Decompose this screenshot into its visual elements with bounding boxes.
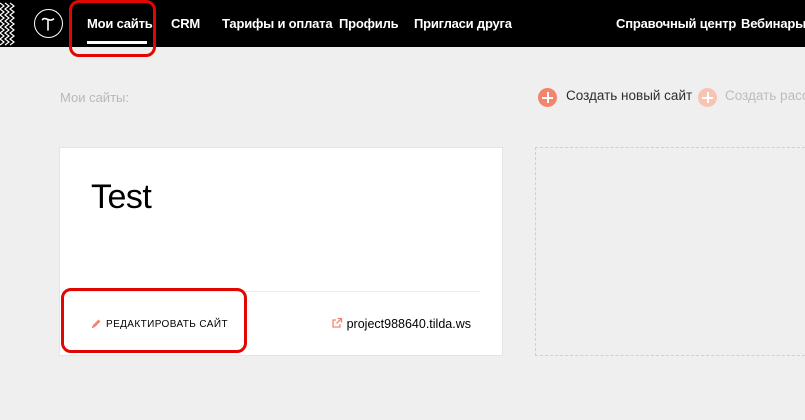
zigzag-pattern [0,2,15,46]
external-link-icon [331,317,342,328]
nav-item-crm[interactable]: CRM [171,16,200,31]
highlight-frame-edit [61,288,247,353]
nav-item-profile[interactable]: Профиль [339,16,399,31]
nav-item-invite-friend[interactable]: Пригласи друга [414,16,512,31]
site-url-text: project988640.tilda.ws [346,317,471,331]
create-site-button[interactable]: Создать новый сайт [566,88,692,103]
site-url-link[interactable]: project988640.tilda.ws [331,317,471,331]
site-title: Test [91,178,152,216]
tilda-logo-icon[interactable] [34,9,63,38]
create-newsletter-button[interactable]: Создать расс [725,88,805,103]
plus-circle-icon-secondary[interactable] [698,88,717,107]
page-title: Мои сайты: [60,90,129,105]
nav-item-tariffs[interactable]: Тарифы и оплата [222,16,333,31]
new-site-placeholder-card[interactable] [535,147,805,356]
plus-circle-icon[interactable] [538,88,557,107]
nav-item-help-center[interactable]: Справочный центр [616,16,736,31]
nav-item-webinars[interactable]: Вебинары [741,16,805,31]
highlight-frame-nav [69,0,156,57]
